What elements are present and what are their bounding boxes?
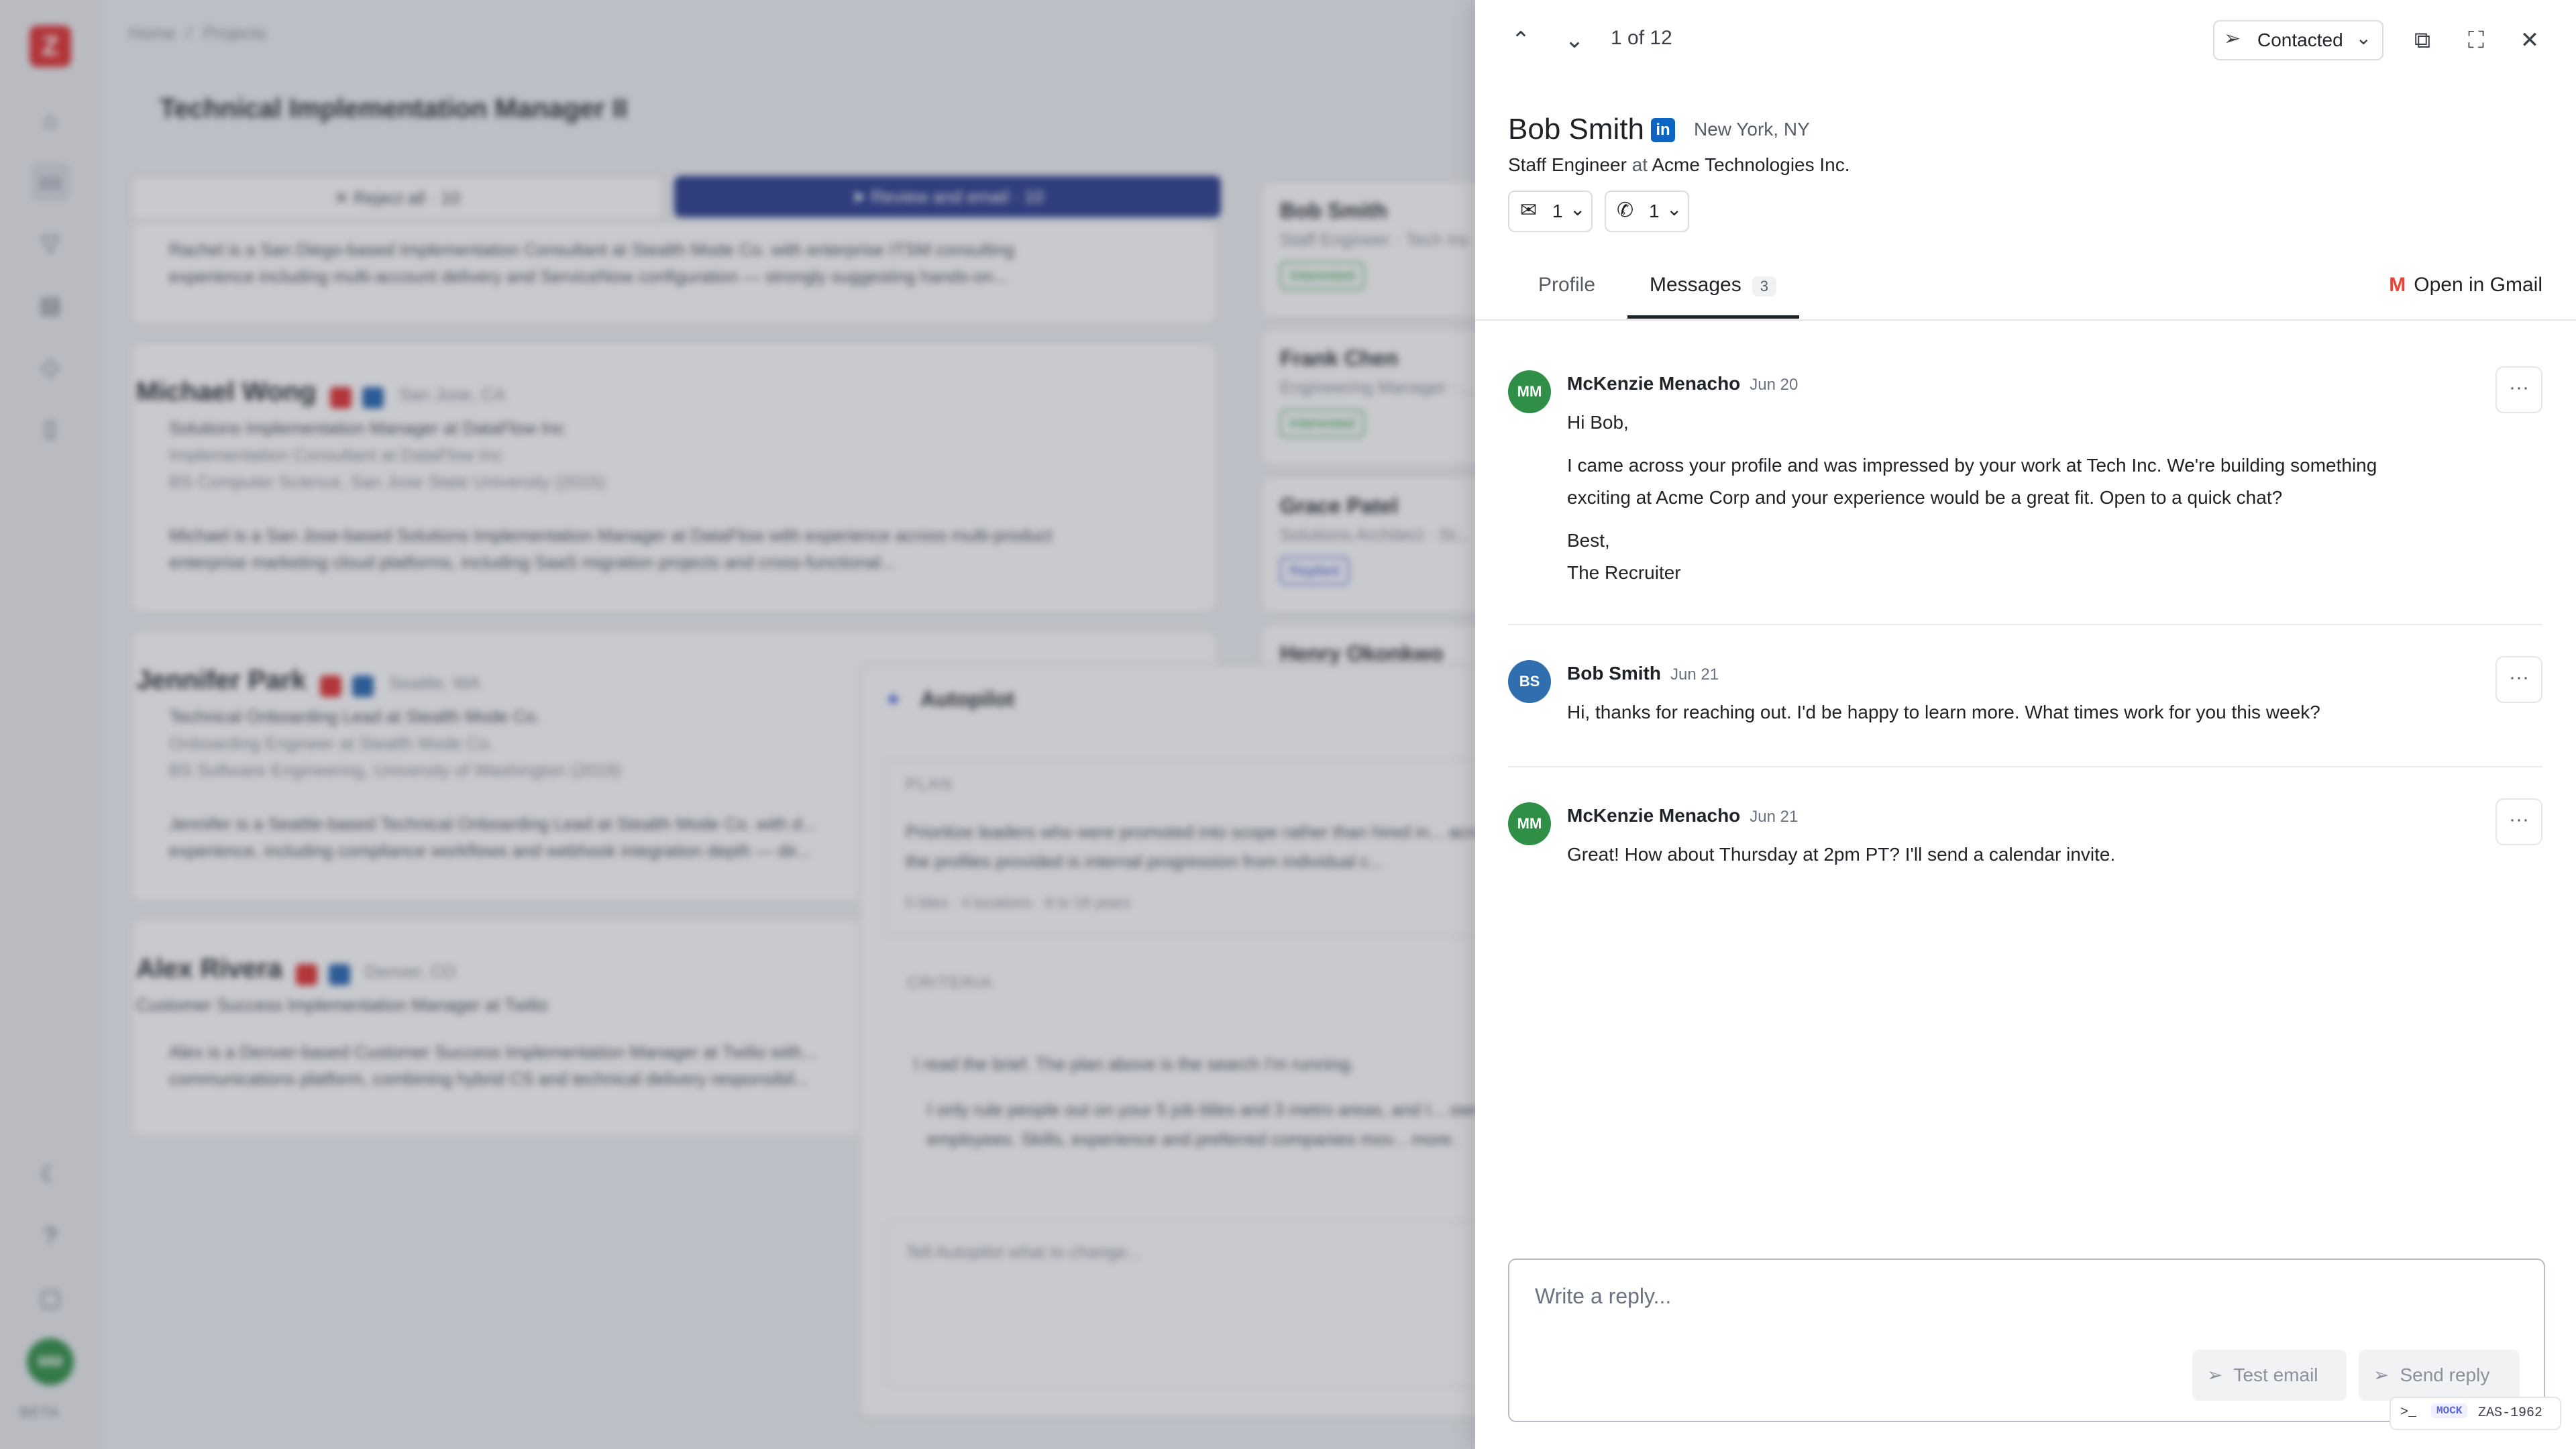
close-button[interactable]: ✕ [2508, 19, 2551, 62]
phone-dropdown[interactable]: ✆ 1 ⌄ [1605, 191, 1689, 232]
reply-composer: ➢ Test email ➢ Send reply [1508, 1258, 2545, 1422]
linkedin-icon[interactable]: in [1651, 118, 1675, 142]
email-count: 1 [1552, 201, 1563, 221]
drawer-tabs: Profile Messages 3 M Open in Gmail [1475, 262, 2576, 321]
active-tab-indicator [1627, 315, 1799, 319]
tab-messages-label: Messages [1650, 274, 1741, 296]
copy-icon: ⧉ [2414, 28, 2431, 53]
messages-count-badge: 3 [1752, 276, 1776, 297]
copy-button[interactable]: ⧉ [2401, 19, 2444, 62]
close-icon: ✕ [2520, 28, 2540, 53]
message-date: Jun 21 [1670, 665, 1719, 684]
expand-button[interactable]: ⛶ [2455, 19, 2498, 62]
candidate-title: Staff Engineer [1508, 154, 1627, 175]
open-in-gmail-label: Open in Gmail [2414, 274, 2542, 296]
tab-profile[interactable]: Profile [1538, 274, 1595, 297]
message-date: Jun 20 [1750, 376, 1799, 394]
message-menu-button[interactable]: ··· [2496, 366, 2542, 413]
tab-messages[interactable]: Messages 3 [1650, 274, 1776, 297]
email-dropdown[interactable]: ✉ 1 ⌄ [1508, 191, 1593, 232]
candidate-drawer: ⌃ ⌄ 1 of 12 ➢ Contacted ⌄ ⧉ ⛶ ✕ Bob Smit… [1475, 0, 2576, 1449]
terminal-icon: >_ [2400, 1405, 2417, 1420]
send-reply-button[interactable]: ➢ Send reply [2359, 1350, 2520, 1401]
candidate-counter: 1 of 12 [1611, 27, 1672, 49]
message-body: Great! How about Thursday at 2pm PT? I'l… [1567, 839, 2439, 881]
candidate-role: Staff Engineer at Acme Technologies Inc. [1508, 154, 1850, 176]
send-icon: ➢ [2224, 28, 2241, 50]
candidate-company: Acme Technologies Inc. [1652, 154, 1850, 175]
mock-badge[interactable]: >_ MOCK ZAS-1962 [2390, 1397, 2561, 1430]
send-reply-label: Send reply [2400, 1364, 2490, 1385]
test-email-button[interactable]: ➢ Test email [2192, 1350, 2347, 1401]
mail-icon: ✉ [1520, 199, 1538, 221]
chevron-up-icon: ⌃ [1511, 28, 1531, 53]
message-menu-button[interactable]: ··· [2496, 656, 2542, 703]
next-candidate-button[interactable]: ⌄ [1553, 19, 1596, 62]
send-icon: ➢ [2373, 1364, 2390, 1385]
message-paragraph: I came across your profile and was impre… [1567, 455, 2377, 508]
status-select[interactable]: ➢ Contacted ⌄ [2213, 20, 2383, 60]
message-paragraph: Hi, thanks for reaching out. I'd be happ… [1567, 702, 2320, 722]
message-menu-button[interactable]: ··· [2496, 798, 2542, 845]
candidate-location: New York, NY [1694, 119, 1810, 140]
message-date: Jun 21 [1750, 808, 1799, 826]
avatar: MM [1508, 370, 1551, 413]
avatar: MM [1508, 802, 1551, 845]
mock-tag: MOCK [2431, 1403, 2468, 1418]
reply-input[interactable] [1534, 1279, 2516, 1313]
at-label: at [1631, 154, 1648, 175]
message-author: Bob Smith [1567, 663, 1661, 684]
more-icon: ··· [2509, 808, 2529, 830]
avatar: BS [1508, 660, 1551, 703]
message-author: McKenzie Menacho [1567, 805, 1741, 826]
phone-icon: ✆ [1617, 199, 1634, 221]
open-in-gmail-link[interactable]: M Open in Gmail [2389, 274, 2542, 297]
message-author: McKenzie Menacho [1567, 373, 1741, 394]
phone-count: 1 [1649, 201, 1660, 221]
gmail-icon: M [2389, 274, 2406, 296]
message-divider [1508, 766, 2542, 767]
send-icon: ➢ [2207, 1364, 2223, 1385]
message-divider [1508, 624, 2542, 625]
mock-code: ZAS-1962 [2478, 1405, 2543, 1421]
expand-icon: ⛶ [2468, 28, 2484, 53]
more-icon: ··· [2509, 666, 2529, 688]
test-email-label: Test email [2233, 1364, 2318, 1385]
chevron-down-icon: ⌄ [1570, 199, 1586, 219]
message-paragraph: Great! How about Thursday at 2pm PT? I'l… [1567, 844, 2116, 865]
candidate-name: Bob Smith [1508, 113, 1644, 146]
message-paragraph: Hi Bob, [1567, 412, 1629, 433]
more-icon: ··· [2509, 376, 2529, 398]
chevron-down-icon: ⌄ [1564, 28, 1585, 53]
chevron-down-icon: ⌄ [2355, 28, 2371, 48]
message-body: Hi Bob, I came across your profile and w… [1567, 407, 2439, 600]
status-label: Contacted [2257, 30, 2343, 50]
message-paragraph: Best, The Recruiter [1567, 530, 1681, 583]
message-body: Hi, thanks for reaching out. I'd be happ… [1567, 696, 2439, 739]
chevron-down-icon: ⌄ [1666, 199, 1682, 219]
previous-candidate-button[interactable]: ⌃ [1499, 19, 1542, 62]
